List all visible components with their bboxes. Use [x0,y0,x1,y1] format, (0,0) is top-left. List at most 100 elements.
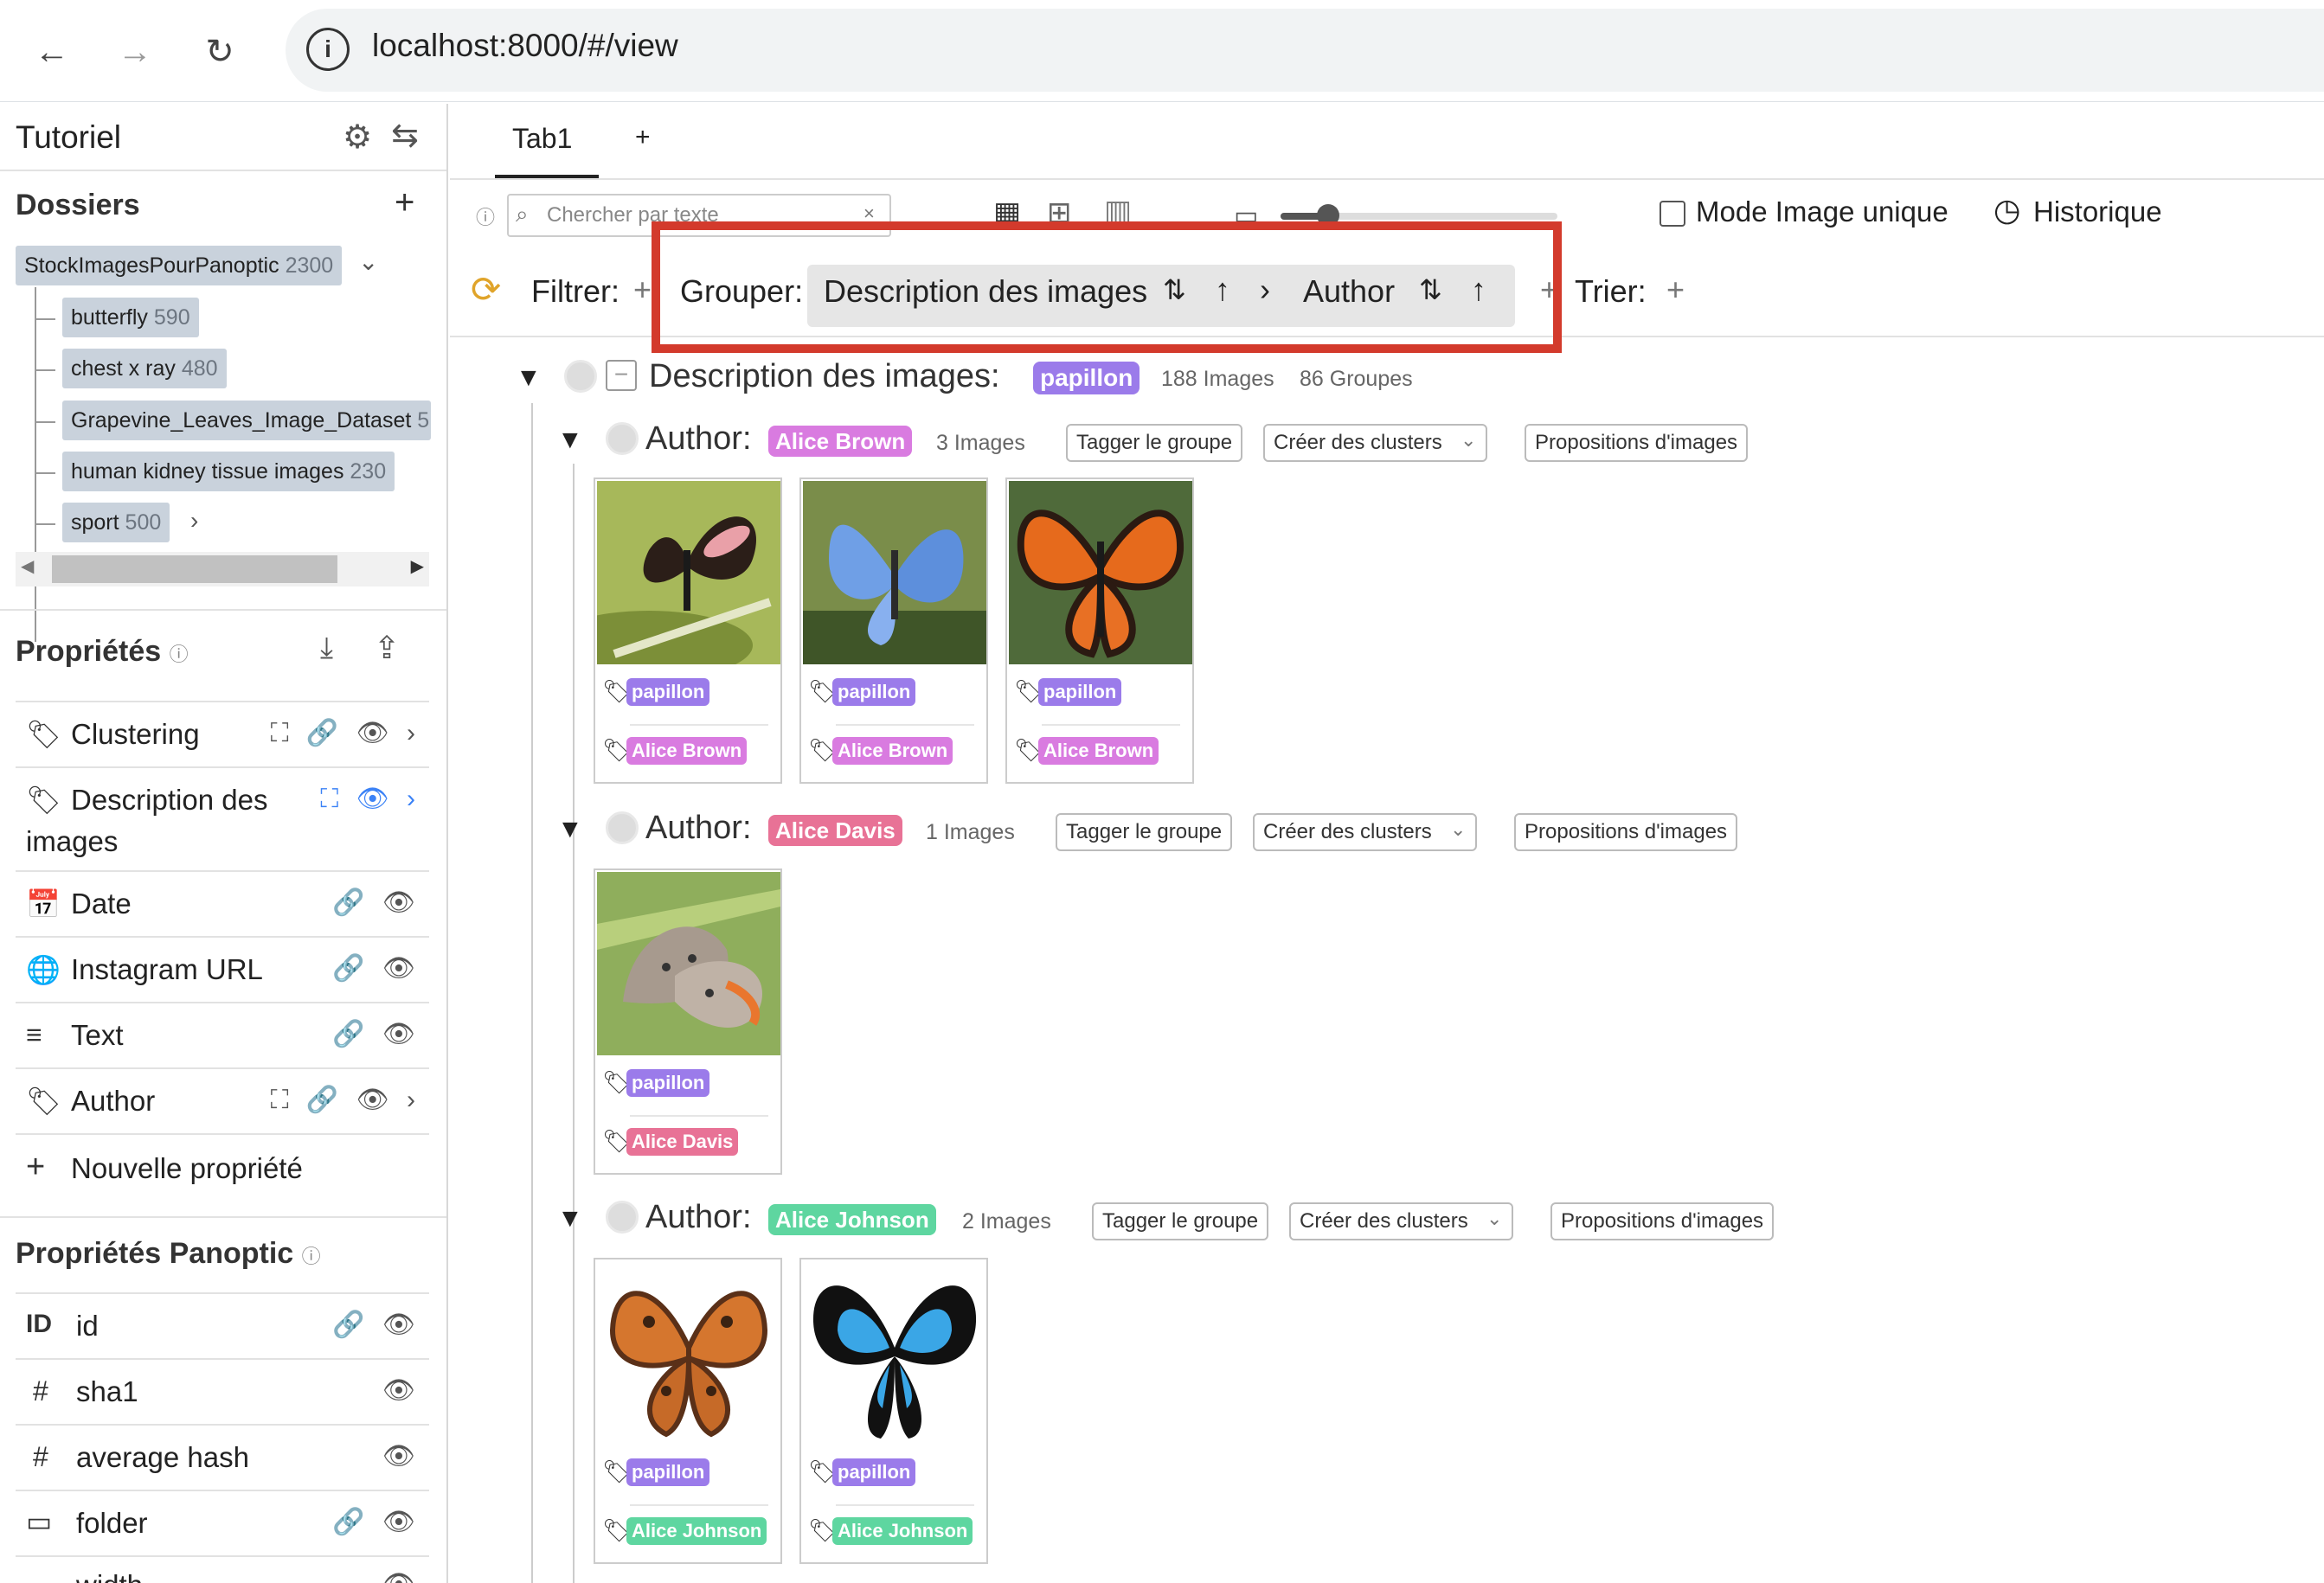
back-icon[interactable]: ← [24,24,80,80]
image-card[interactable]: 🏷 papillon 🏷 Alice Brown [594,477,782,784]
folder-item[interactable]: Grapevine_Leaves_Image_Dataset 5 [62,401,431,440]
url-text[interactable]: localhost:8000/#/view [372,28,678,64]
property-row[interactable]: ≡ Text 🔗 👁 [16,1002,429,1067]
divider [0,609,446,611]
property-row[interactable]: ID id 🔗 👁 [16,1292,429,1358]
single-image-label[interactable]: Mode Image unique [1696,195,1948,228]
butterfly-image[interactable] [803,1261,986,1445]
image-card[interactable]: 🏷 papillon 🏷 Alice Brown [1005,477,1194,784]
author-tag: Alice Johnson [626,1517,767,1545]
select-group-icon[interactable] [606,1201,639,1234]
history-button[interactable]: Historique [2033,195,2162,228]
collapse-triangle-icon[interactable]: ▼ [557,815,583,844]
chevron-down-icon[interactable]: ⌄ [1461,429,1476,452]
collapse-triangle-icon[interactable]: ▼ [557,1204,583,1234]
collapse-triangle-icon[interactable]: ▼ [557,426,583,455]
image-proposals-button[interactable]: Propositions d'images [1525,424,1749,462]
property-row[interactable]: 🏷 Description des images ⛶ 👁 › [16,766,429,870]
help-icon[interactable]: ⓘ [170,644,189,665]
property-actions[interactable]: 🔗 👁 [332,888,421,918]
property-actions[interactable]: ⛶ 👁 › [320,784,421,814]
single-image-checkbox[interactable] [1660,201,1685,227]
browser-toolbar: ← → ↻ i localhost:8000/#/view [0,0,2324,102]
property-actions[interactable]: 👁 [382,1375,421,1406]
folder-item[interactable]: butterfly 590 [62,298,199,337]
image-proposals-button[interactable]: Propositions d'images [1550,1202,1775,1240]
property-actions[interactable]: 🔗 👁 [332,1310,421,1340]
export-icon[interactable]: ⇪ [374,630,400,666]
scrollbar-thumb[interactable] [52,555,337,583]
image-card[interactable]: 🏷 papillon 🏷 Alice Johnson [594,1258,782,1564]
property-row[interactable]: 🏷 Author ⛶ 🔗 👁 › [16,1067,429,1133]
help-icon[interactable]: ⓘ [476,202,495,230]
project-title: Tutoriel [16,119,122,155]
reload-icon[interactable]: ↻ [192,24,247,80]
add-sort-button[interactable]: + [1666,272,1685,308]
butterfly-image[interactable] [597,481,780,664]
tag-group-button[interactable]: Tagger le groupe [1092,1202,1269,1240]
property-row[interactable]: 🌐 Instagram URL 🔗 👁 [16,936,429,1002]
butterfly-image[interactable] [1009,481,1192,664]
refresh-filter-icon[interactable]: ⟳ [471,268,501,311]
address-bar[interactable]: i localhost:8000/#/view [286,9,2324,92]
butterfly-image[interactable] [597,872,780,1055]
tag-group-button[interactable]: Tagger le groupe [1056,813,1233,851]
folder-item[interactable]: human kidney tissue images 230 [62,452,395,491]
property-actions[interactable]: 👁 [382,1441,421,1471]
scroll-right-icon[interactable]: ▶ [411,555,424,577]
image-card[interactable]: 🏷 papillon 🏷 Alice Johnson [799,1258,988,1564]
clock-icon[interactable]: ◷ [1993,192,2020,228]
import-icon[interactable]: ⤓ [320,631,333,665]
tab-tab1[interactable]: Tab1 [512,123,572,155]
scroll-left-icon[interactable]: ◀ [21,555,34,577]
image-size-slider[interactable] [1281,204,1557,227]
select-group-icon[interactable] [606,811,639,844]
chevron-down-icon[interactable]: ⌄ [358,247,378,276]
plus-icon: + [26,1149,46,1185]
help-icon[interactable]: ⓘ [302,1246,321,1267]
add-folder-button[interactable]: + [395,183,414,222]
create-clusters-button[interactable]: Créer des clusters [1263,424,1487,462]
tag-group-button[interactable]: Tagger le groupe [1066,424,1243,462]
select-group-icon[interactable] [564,360,597,393]
select-group-icon[interactable] [606,422,639,455]
forward-icon[interactable]: → [107,24,163,80]
property-actions[interactable]: ⛶ 🔗 👁 › [271,1085,421,1115]
property-row[interactable]: # sha1 👁 [16,1358,429,1424]
folder-item[interactable]: chest x ray 480 [62,349,227,388]
tag-icon: 🏷 [26,719,61,750]
property-actions[interactable]: 🔗 👁 [332,953,421,984]
folder-item[interactable]: sport 500 [62,503,170,542]
property-row[interactable]: # average hash 👁 [16,1424,429,1490]
property-row[interactable]: 🏷 Clustering ⛶ 🔗 👁 › [16,701,429,766]
tree-branch [36,369,55,371]
property-row[interactable]: 📅 Date 🔗 👁 [16,870,429,936]
swap-icon[interactable]: ⇆ [391,116,419,155]
image-card[interactable]: 🏷 papillon 🏷 Alice Brown [799,477,988,784]
chevron-right-icon[interactable]: › [190,507,198,535]
add-tab-button[interactable]: + [635,123,651,152]
gear-icon[interactable]: ⚙ [343,118,372,157]
property-row[interactable]: ▭ folder 🔗 👁 [16,1490,429,1555]
image-card[interactable]: 🏷 papillon 🏷 Alice Davis [594,868,782,1175]
tree-line [35,287,36,642]
horizontal-scrollbar[interactable]: ◀ ▶ [16,552,429,586]
collapse-all-icon[interactable]: − [606,360,637,391]
create-clusters-button[interactable]: Créer des clusters [1289,1202,1513,1240]
collapse-triangle-icon[interactable]: ▼ [516,363,542,393]
folder-root[interactable]: StockImagesPourPanoptic 2300 [16,246,343,285]
chevron-down-icon[interactable]: ⌄ [1450,818,1466,841]
new-property-button[interactable]: + Nouvelle propriété [16,1133,429,1202]
add-filter-button[interactable]: + [633,272,652,308]
property-actions[interactable]: ⛶ 🔗 👁 › [271,718,421,748]
butterfly-image[interactable] [597,1261,780,1445]
property-actions[interactable]: 🔗 👁 [332,1019,421,1049]
info-icon[interactable]: i [306,28,350,71]
property-actions[interactable]: 👁 [382,1569,421,1583]
property-row[interactable]: … width 👁 [16,1555,429,1583]
image-proposals-button[interactable]: Propositions d'images [1514,813,1738,851]
butterfly-image[interactable] [803,481,986,664]
create-clusters-button[interactable]: Créer des clusters [1253,813,1477,851]
chevron-down-icon[interactable]: ⌄ [1486,1208,1502,1230]
property-actions[interactable]: 🔗 👁 [332,1507,421,1537]
